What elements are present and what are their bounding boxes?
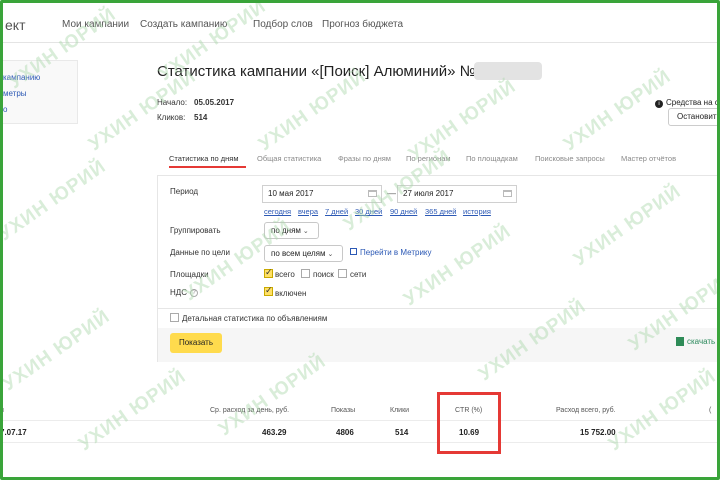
metrika-link[interactable]: Перейти в Метрику [350, 248, 432, 257]
goals-select[interactable]: по всем целям ⌄ [264, 245, 343, 262]
tab-by-region[interactable]: По регионам [406, 154, 451, 163]
platform-networks-label: сети [350, 270, 367, 279]
cell-date: 7.07.17 [0, 428, 27, 437]
quick-yesterday[interactable]: вчера [298, 207, 318, 216]
ctr-highlight-box [437, 392, 501, 454]
clicks-value: 514 [194, 113, 208, 122]
group-select[interactable]: по дням ⌄ [264, 222, 319, 239]
budget-info: i Средства на с [655, 98, 719, 108]
sidebar: кампанию метры о [3, 60, 78, 124]
active-tab-indicator [169, 166, 246, 168]
platform-all-checkbox[interactable] [264, 267, 273, 278]
goals-select-value: по всем целям [271, 249, 326, 258]
tab-phrases-by-day[interactable]: Фразы по дням [338, 154, 391, 163]
date-from-input[interactable]: 10 мая 2017 [262, 185, 382, 203]
download-link-label: скачать в [687, 337, 720, 346]
date-to-input[interactable]: 27 июля 2017 [397, 185, 517, 203]
clicks-label: Кликов: [157, 113, 186, 122]
tab-report-wizard[interactable]: Мастер отчётов [621, 154, 676, 163]
col-header-extra: ( [709, 407, 712, 414]
quick-30-days[interactable]: 30 дней [355, 207, 382, 216]
quick-90-days[interactable]: 90 дней [390, 207, 417, 216]
watermark: УХИН ЮРИЙ [560, 65, 676, 156]
table-row-divider [3, 420, 717, 421]
quick-365-days[interactable]: 365 дней [425, 207, 456, 216]
tab-general-stats[interactable]: Общая статистика [257, 154, 321, 163]
start-date-row: Начало: 05.05.2017 [157, 98, 234, 107]
info-icon: i [655, 100, 663, 108]
platform-search-label: поиск [313, 270, 334, 279]
platforms-label: Площадки [170, 270, 209, 279]
budget-info-text: Средства на с [666, 98, 719, 107]
date-range-dash: — [387, 188, 396, 198]
quick-today[interactable]: сегодня [264, 207, 291, 216]
cell-avg-daily-cost: 463.29 [262, 428, 287, 437]
page-title: Статистика кампании «[Поиск] Алюминий» № [157, 63, 476, 80]
nav-my-campaigns[interactable]: Мои кампании [62, 19, 129, 30]
nav-keyword-selection[interactable]: Подбор слов [253, 19, 313, 30]
group-select-value: по дням [271, 226, 301, 235]
col-header-date: и [0, 407, 4, 414]
sidebar-item-parameters[interactable]: метры [3, 89, 27, 98]
vat-checkbox[interactable] [264, 285, 273, 296]
external-link-icon [350, 248, 357, 255]
tab-by-platform[interactable]: По площадкам [466, 154, 518, 163]
nav-budget-forecast[interactable]: Прогноз бюджета [322, 19, 403, 30]
cell-clicks: 514 [395, 428, 409, 437]
sidebar-item-campaign[interactable]: кампанию [3, 73, 40, 82]
form-actions-bar [158, 328, 720, 362]
quick-history[interactable]: история [463, 207, 491, 216]
start-date-value: 05.05.2017 [194, 98, 235, 107]
platform-all-label: всего [275, 270, 295, 279]
tab-search-queries[interactable]: Поисковые запросы [535, 154, 605, 163]
tab-daily-stats[interactable]: Статистика по дням [169, 154, 239, 163]
platform-networks-checkbox[interactable] [338, 269, 347, 278]
col-header-avg-daily-cost: Ср. расход за день, руб. [210, 407, 290, 414]
watermark: УХИН ЮРИЙ [405, 75, 521, 166]
help-icon[interactable]: ? [189, 288, 198, 297]
calendar-icon[interactable] [503, 190, 512, 197]
divider [158, 308, 720, 309]
nav-create-campaign[interactable]: Создать кампанию [140, 19, 227, 30]
campaign-number-redacted [474, 62, 542, 80]
sidebar-item-other[interactable]: о [3, 105, 7, 114]
metrika-link-label: Перейти в Метрику [360, 248, 432, 257]
detailed-stats-label: Детальная статистика по объявлениям [182, 314, 328, 323]
col-header-impressions: Показы [331, 407, 356, 414]
stop-button[interactable]: Остановить [668, 108, 720, 126]
period-label: Период [170, 187, 199, 196]
platform-search-checkbox[interactable] [301, 269, 310, 278]
vat-label-row: НДС? [170, 288, 198, 297]
cell-total-cost: 15 752.00 [580, 428, 616, 437]
chevron-down-icon: ⌄ [327, 251, 334, 258]
table-row-divider [3, 442, 717, 443]
date-from-value: 10 мая 2017 [268, 189, 314, 198]
calendar-icon[interactable] [368, 190, 377, 197]
logo-text: ект [5, 17, 26, 33]
clicks-row: Кликов: 514 [157, 113, 207, 122]
spreadsheet-icon [676, 337, 684, 347]
start-date-label: Начало: [157, 98, 188, 107]
download-link[interactable]: скачать в [676, 337, 720, 347]
watermark: УХИН ЮРИЙ [0, 155, 111, 246]
col-header-total-cost: Расход всего, руб. [556, 407, 616, 414]
vat-value-label: включен [275, 289, 307, 298]
cell-impressions: 4806 [336, 428, 354, 437]
quick-7-days[interactable]: 7 дней [325, 207, 348, 216]
chevron-down-icon: ⌄ [302, 228, 309, 235]
top-navigation: ект Мои кампании Создать кампанию Подбор… [3, 3, 717, 43]
goals-label: Данные по цели [170, 248, 230, 257]
col-header-clicks: Клики [390, 407, 410, 414]
watermark: УХИН ЮРИЙ [0, 305, 115, 396]
vat-label: НДС [170, 288, 187, 297]
show-button[interactable]: Показать [170, 333, 222, 353]
group-label: Группировать [170, 226, 221, 235]
detailed-stats-checkbox[interactable] [170, 313, 179, 322]
date-to-value: 27 июля 2017 [403, 189, 454, 198]
